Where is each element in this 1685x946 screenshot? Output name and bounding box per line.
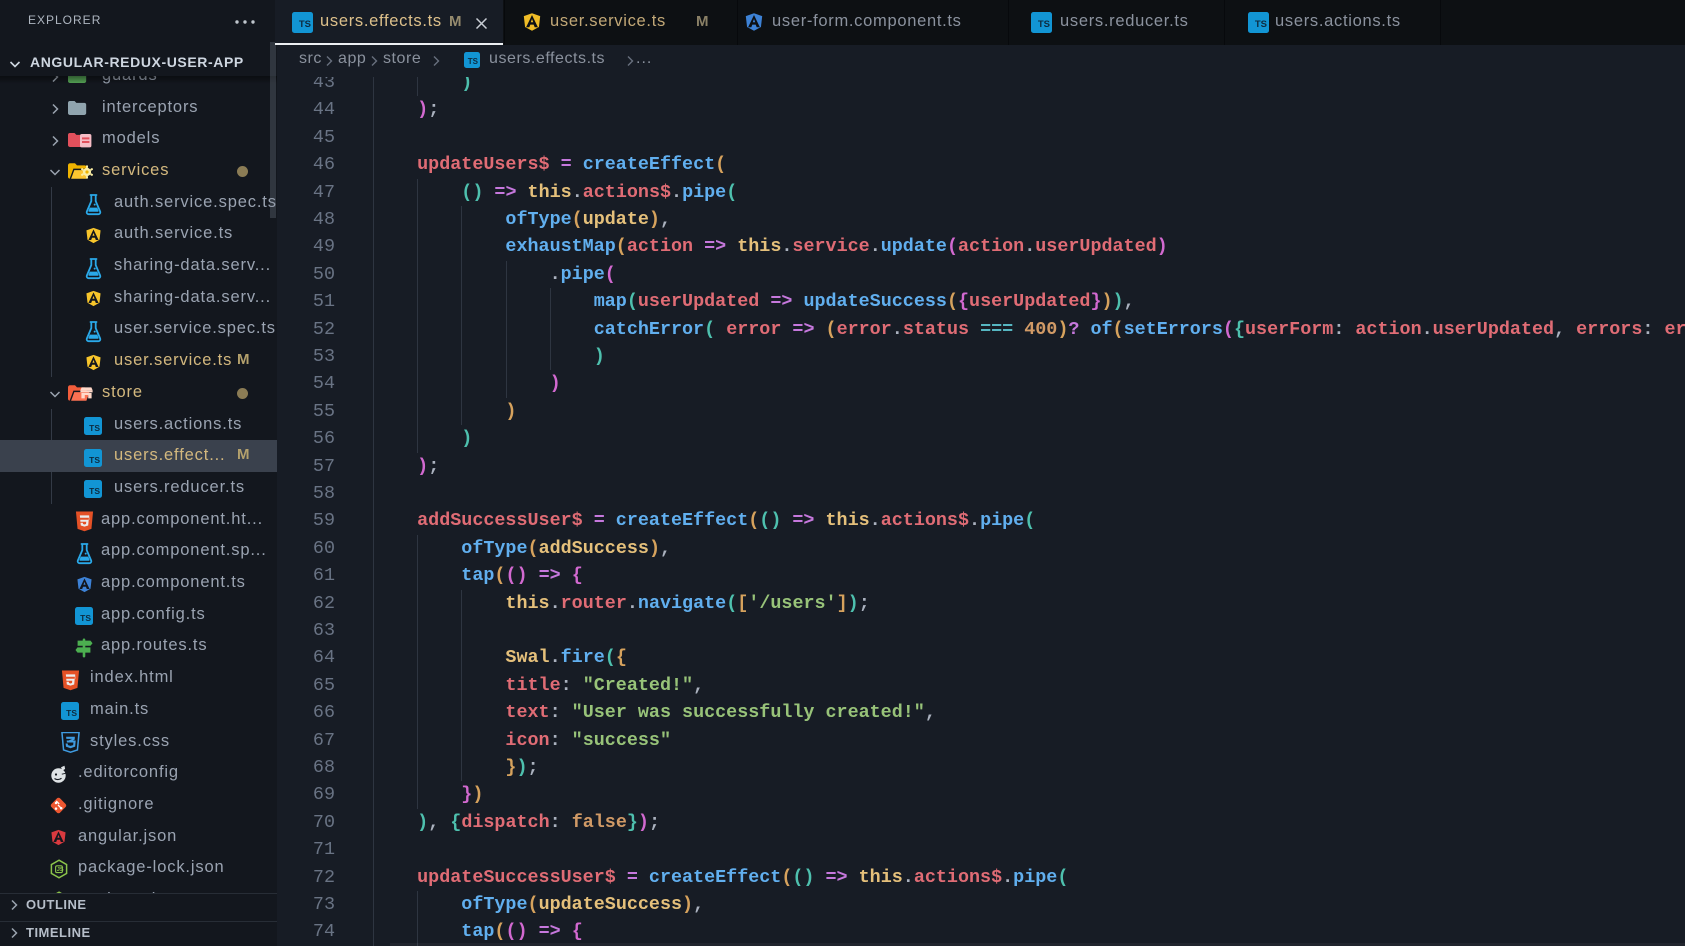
svg-text:JS: JS <box>57 867 64 873</box>
